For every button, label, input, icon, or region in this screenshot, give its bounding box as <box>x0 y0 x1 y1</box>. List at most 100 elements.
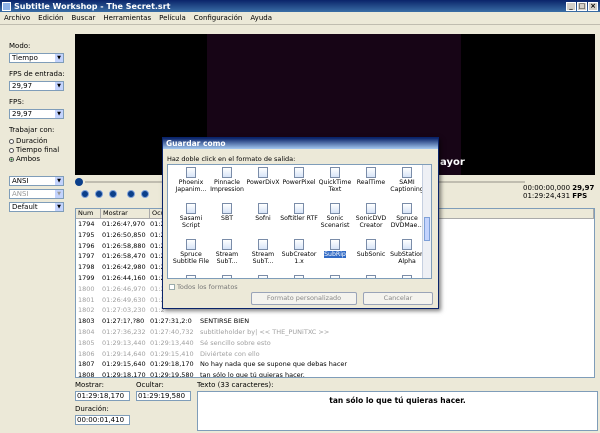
work-label: Trabajar con: <box>9 126 55 134</box>
duration-input[interactable]: 00:00:01,410 <box>75 415 130 425</box>
close-icon[interactable]: × <box>588 1 598 11</box>
format-item[interactable]: Stream SubT... <box>243 239 283 265</box>
hide-time-input[interactable]: 01:29:19,580 <box>136 391 191 401</box>
file-icon <box>330 275 340 278</box>
table-row[interactable]: 1808 01:29:18,170 01:29:19,580 tan sólo lo … <box>76 370 594 378</box>
format-item[interactable]: SBT <box>207 203 247 222</box>
subtitle-text-input[interactable]: tan sólo lo que tú quieras hacer. <box>197 391 598 431</box>
format-label: SubRip <box>324 251 346 258</box>
custom-format-button[interactable]: Formato personalizado <box>251 292 357 305</box>
row-show-time: 01:26:44,160 <box>102 273 146 282</box>
format-item[interactable]: QuickTime Text <box>315 167 355 193</box>
radio-duracion[interactable]: Duración <box>9 137 48 145</box>
charset-select-1[interactable]: ANSI ▼ <box>9 176 64 186</box>
scrollbar-thumb[interactable] <box>424 217 430 241</box>
format-item[interactable]: SubCreator 1.x <box>279 239 319 265</box>
format-item[interactable]: PowerDivX <box>243 167 283 186</box>
chevron-down-icon: ▼ <box>55 110 63 118</box>
format-label: Sasami Script <box>179 215 203 229</box>
format-list-scrollbar[interactable] <box>422 165 431 278</box>
radio-label: Ambos <box>16 155 40 163</box>
format-item[interactable]: Spruce DVDMae... <box>387 203 427 229</box>
format-label: SubStation Alpha <box>390 251 424 265</box>
minimize-icon[interactable]: _ <box>566 1 576 11</box>
format-item[interactable]: Stream SubT... <box>207 239 247 265</box>
fps-input-select[interactable]: 29,97 ▼ <box>9 81 64 91</box>
fps-select[interactable]: 29,97 ▼ <box>9 109 64 119</box>
row-show-time: 01:26:58,470 <box>102 252 146 261</box>
title-bar: Subtitle Workshop - The Secret.srt _ □ × <box>0 0 600 12</box>
radio-label: Tiempo final <box>16 146 60 154</box>
table-row[interactable]: 1807 01:29:15,640 01:29:18,170 No hay nada … <box>76 359 594 370</box>
cancel-button[interactable]: Cancelar <box>363 292 433 305</box>
pause-icon[interactable] <box>95 190 103 198</box>
rewind-icon[interactable] <box>127 190 135 198</box>
menu-buscar[interactable]: Buscar <box>68 14 100 22</box>
format-item[interactable]: SubStation Alpha <box>387 239 427 265</box>
chevron-down-icon: ▼ <box>55 177 63 185</box>
menu-configuracion[interactable]: Configuración <box>190 14 247 22</box>
format-item[interactable] <box>351 275 391 278</box>
format-item[interactable]: SAMI Captioning <box>387 167 427 193</box>
row-num: 1805 <box>78 338 95 347</box>
format-item[interactable]: Sasami Script <box>171 203 211 229</box>
play-icon[interactable] <box>81 190 89 198</box>
position-marker-icon[interactable] <box>75 178 83 186</box>
format-label: QuickTime Text <box>318 179 352 193</box>
menu-ayuda[interactable]: Ayuda <box>246 14 276 22</box>
file-icon <box>258 275 268 278</box>
col-show[interactable]: Mostrar <box>101 209 150 218</box>
format-item[interactable] <box>387 275 427 278</box>
mode-select[interactable]: Tiempo ▼ <box>9 53 64 63</box>
format-item[interactable] <box>207 275 247 278</box>
format-item[interactable]: Spruce Subtitle File <box>171 239 211 265</box>
format-item[interactable]: SubRip <box>315 239 355 258</box>
format-item[interactable]: Softitler RTF <box>279 203 319 222</box>
row-num: 1802 <box>78 306 95 315</box>
row-show-time: 01:26:42,980 <box>102 263 146 272</box>
format-item[interactable]: PowerPixel <box>279 167 319 186</box>
stop-icon[interactable] <box>109 190 117 198</box>
format-item[interactable]: SonicDVD Creator <box>351 203 391 229</box>
app-icon <box>2 1 11 11</box>
format-label: Pinnacle Impression <box>210 179 244 193</box>
format-item[interactable]: Pinnacle Impression <box>207 167 247 193</box>
menu-edicion[interactable]: Edición <box>34 14 67 22</box>
table-row[interactable]: 1806 01:29:14,640 01:29:15,410 Diviértete c… <box>76 349 594 360</box>
charset-select-2[interactable]: ANSI ▼ <box>9 189 64 199</box>
format-label: Sofni <box>255 215 271 222</box>
timecode-display: 00:00:00,000 29,97 01:29:24,431 FPS <box>523 184 595 202</box>
menu-herramientas[interactable]: Herramientas <box>99 14 155 22</box>
radio-tiempo-final[interactable]: Tiempo final <box>9 146 59 154</box>
menu-pelicula[interactable]: Película <box>155 14 190 22</box>
file-icon <box>294 167 304 178</box>
duration-label: Duración: <box>75 405 109 413</box>
format-label: Stream SubT... <box>251 251 275 265</box>
file-icon <box>186 167 196 178</box>
style-select[interactable]: Default ▼ <box>9 202 64 212</box>
format-item[interactable] <box>315 275 355 278</box>
format-item[interactable] <box>171 275 211 278</box>
radio-ambos[interactable]: Ambos <box>9 155 40 163</box>
forward-icon[interactable] <box>141 190 149 198</box>
text-label: Texto (33 caracteres): <box>197 381 274 389</box>
show-time-input[interactable]: 01:29:18,170 <box>75 391 130 401</box>
format-item[interactable] <box>243 275 283 278</box>
row-hide-time: 01:27:31,2:0 <box>150 317 192 326</box>
all-formats-checkbox[interactable]: Todos los formatos <box>169 283 238 291</box>
maximize-icon[interactable]: □ <box>577 1 587 11</box>
col-num[interactable]: Num <box>76 209 101 218</box>
table-row[interactable]: 1804 01:27:36,232 01:27:40,732 subtitlehold… <box>76 327 594 338</box>
fps-label: FPS: <box>9 98 25 106</box>
menu-archivo[interactable]: Archivo <box>0 14 34 22</box>
format-item[interactable] <box>279 275 319 278</box>
format-label: Sonic Scenarist <box>320 215 350 229</box>
format-item[interactable]: SubSonic <box>351 239 391 258</box>
table-row[interactable]: 1805 01:29:13,440 01:29:13,440 Sé sencillo … <box>76 338 594 349</box>
table-row[interactable]: 1803 01:27:1?,?80 01:27:31,2:0 SENTIRSE BIE… <box>76 316 594 327</box>
format-item[interactable]: Sonic Scenarist <box>315 203 355 229</box>
format-item[interactable]: Phoenix Japanim... <box>171 167 211 193</box>
format-item[interactable]: RealTime <box>351 167 391 186</box>
row-show-time: 01:29:18,170 <box>102 371 146 378</box>
format-item[interactable]: Sofni <box>243 203 283 222</box>
